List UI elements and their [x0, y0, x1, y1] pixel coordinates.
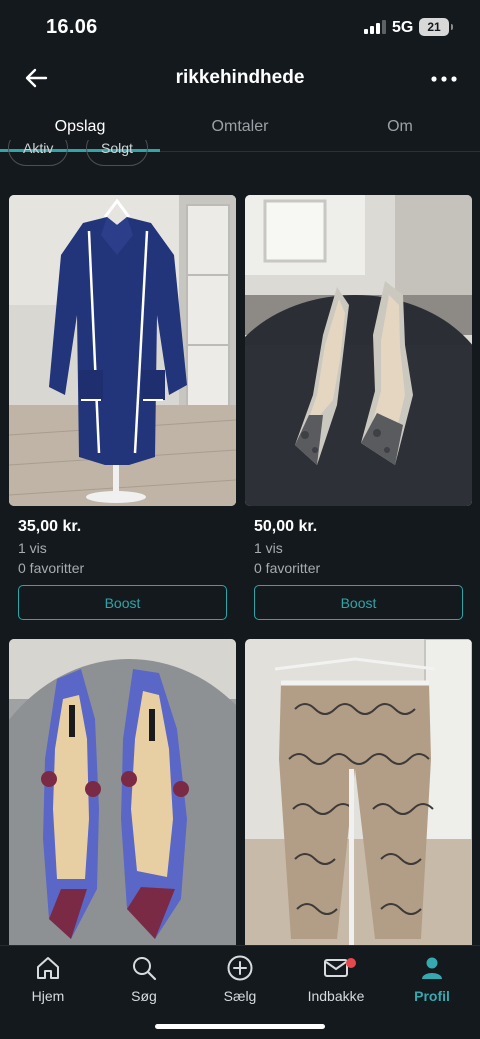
notification-badge [346, 958, 356, 968]
nav-search-label: Søg [131, 988, 157, 1004]
battery-icon: 21 [419, 18, 453, 36]
listing-card [245, 639, 472, 950]
item-price: 35,00 kr. [18, 518, 82, 535]
nav-home-label: Hjem [31, 988, 65, 1004]
app-header: rikkehindhede [0, 56, 480, 100]
nav-inbox-label: Indbakke [307, 988, 365, 1004]
filter-chips: Aktiv Solgt [0, 140, 480, 170]
snakeskin-heels-photo[interactable] [245, 195, 472, 506]
network-label: 5G [392, 19, 414, 36]
nav-profile-label: Profil [414, 988, 450, 1004]
nav-search[interactable]: Søg [96, 954, 192, 1010]
status-time: 16.06 [46, 16, 98, 38]
home-icon [37, 957, 59, 979]
item-views: 1 vis [254, 540, 283, 556]
more-horizontal-icon [431, 76, 457, 82]
profile-icon [422, 957, 442, 979]
mail-icon [324, 959, 348, 977]
listing-card: 50,00 kr. 1 vis 0 favoritter Boost [245, 195, 472, 620]
listing-card: 35,00 kr. 1 vis 0 favoritter Boost [9, 195, 236, 620]
home-indicator [155, 1024, 325, 1029]
arrow-left-icon [25, 68, 48, 88]
boost-button[interactable]: Boost [18, 585, 227, 620]
back-button[interactable] [20, 64, 52, 92]
search-icon [133, 957, 157, 981]
boost-button[interactable]: Boost [254, 585, 463, 620]
filter-chip-solgt[interactable]: Solgt [86, 140, 148, 166]
item-price: 50,00 kr. [254, 518, 318, 535]
floral-heels-photo[interactable] [9, 639, 236, 950]
item-favorites: 0 favoritter [18, 560, 85, 576]
plus-circle-icon [227, 955, 253, 981]
nav-profile[interactable]: Profil [384, 954, 480, 1010]
item-views: 1 vis [18, 540, 47, 556]
page-title: rikkehindhede [175, 67, 305, 88]
signal-icon [364, 20, 386, 34]
nav-inbox[interactable]: Indbakke [288, 954, 384, 1010]
status-bar: 16.06 5G 21 [0, 0, 480, 56]
blue-robe-photo[interactable] [9, 195, 236, 506]
filter-chip-aktiv[interactable]: Aktiv [8, 140, 69, 166]
nav-home[interactable]: Hjem [0, 954, 96, 1010]
item-favorites: 0 favoritter [254, 560, 321, 576]
nav-sell-label: Sælg [223, 988, 257, 1004]
listing-card [9, 639, 236, 950]
more-button[interactable] [424, 64, 464, 92]
nav-sell[interactable]: Sælg [192, 954, 288, 1010]
lace-pants-photo[interactable] [245, 639, 472, 950]
